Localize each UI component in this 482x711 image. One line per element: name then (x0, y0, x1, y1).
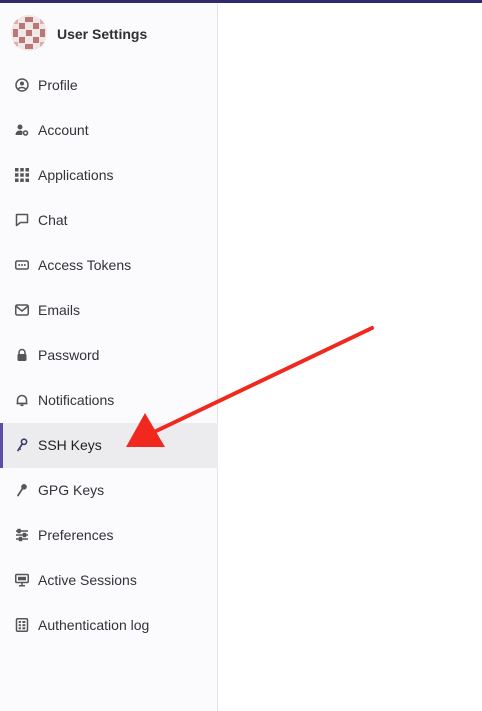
profile-icon (15, 78, 29, 92)
sidebar-item-label: Account (38, 122, 89, 138)
sidebar-item-label: Active Sessions (38, 572, 137, 588)
account-icon (15, 123, 29, 137)
sidebar-item-label: Profile (38, 77, 78, 93)
sidebar-item-profile[interactable]: Profile (0, 63, 218, 108)
sidebar-item-label: Applications (38, 167, 114, 183)
sidebar-item-access-tokens[interactable]: Access Tokens (0, 243, 218, 288)
sidebar-item-label: Emails (38, 302, 81, 318)
monitor-icon (15, 573, 29, 587)
key-icon (15, 483, 29, 497)
lock-icon (15, 348, 29, 362)
sidebar-item-label: Password (38, 347, 100, 363)
bell-icon (15, 393, 29, 407)
sidebar-item-label: Chat (38, 212, 68, 228)
sidebar-item-label: Authentication log (38, 617, 150, 633)
avatar[interactable] (11, 15, 47, 51)
sidebar-item-password[interactable]: Password (0, 333, 218, 378)
settings-sidebar: User Settings Profile Account Applicatio… (0, 3, 218, 711)
chat-icon (15, 213, 29, 227)
sidebar-item-authentication-log[interactable]: Authentication log (0, 603, 218, 648)
sidebar-item-applications[interactable]: Applications (0, 153, 218, 198)
token-icon (15, 258, 29, 272)
sidebar-item-gpg-keys[interactable]: GPG Keys (0, 468, 218, 513)
sidebar-item-account[interactable]: Account (0, 108, 218, 153)
sidebar-header: User Settings (0, 3, 218, 59)
sidebar-item-preferences[interactable]: Preferences (0, 513, 218, 558)
applications-icon (15, 168, 29, 182)
preferences-icon (15, 528, 29, 542)
sidebar-item-label: Preferences (38, 527, 114, 543)
sidebar-item-emails[interactable]: Emails (0, 288, 218, 333)
sidebar-item-label: SSH Keys (38, 437, 102, 453)
sidebar-item-notifications[interactable]: Notifications (0, 378, 218, 423)
sidebar-item-active-sessions[interactable]: Active Sessions (0, 558, 218, 603)
key-icon (15, 438, 29, 452)
page-title: User Settings (57, 26, 148, 42)
sidebar-item-label: GPG Keys (38, 482, 105, 498)
sidebar-item-label: Notifications (38, 392, 115, 408)
main-content (219, 3, 482, 711)
sidebar-item-ssh-keys[interactable]: SSH Keys (0, 423, 218, 468)
sidebar-item-chat[interactable]: Chat (0, 198, 218, 243)
sidebar-item-label: Access Tokens (38, 257, 132, 273)
email-icon (15, 303, 29, 317)
log-icon (15, 618, 29, 632)
